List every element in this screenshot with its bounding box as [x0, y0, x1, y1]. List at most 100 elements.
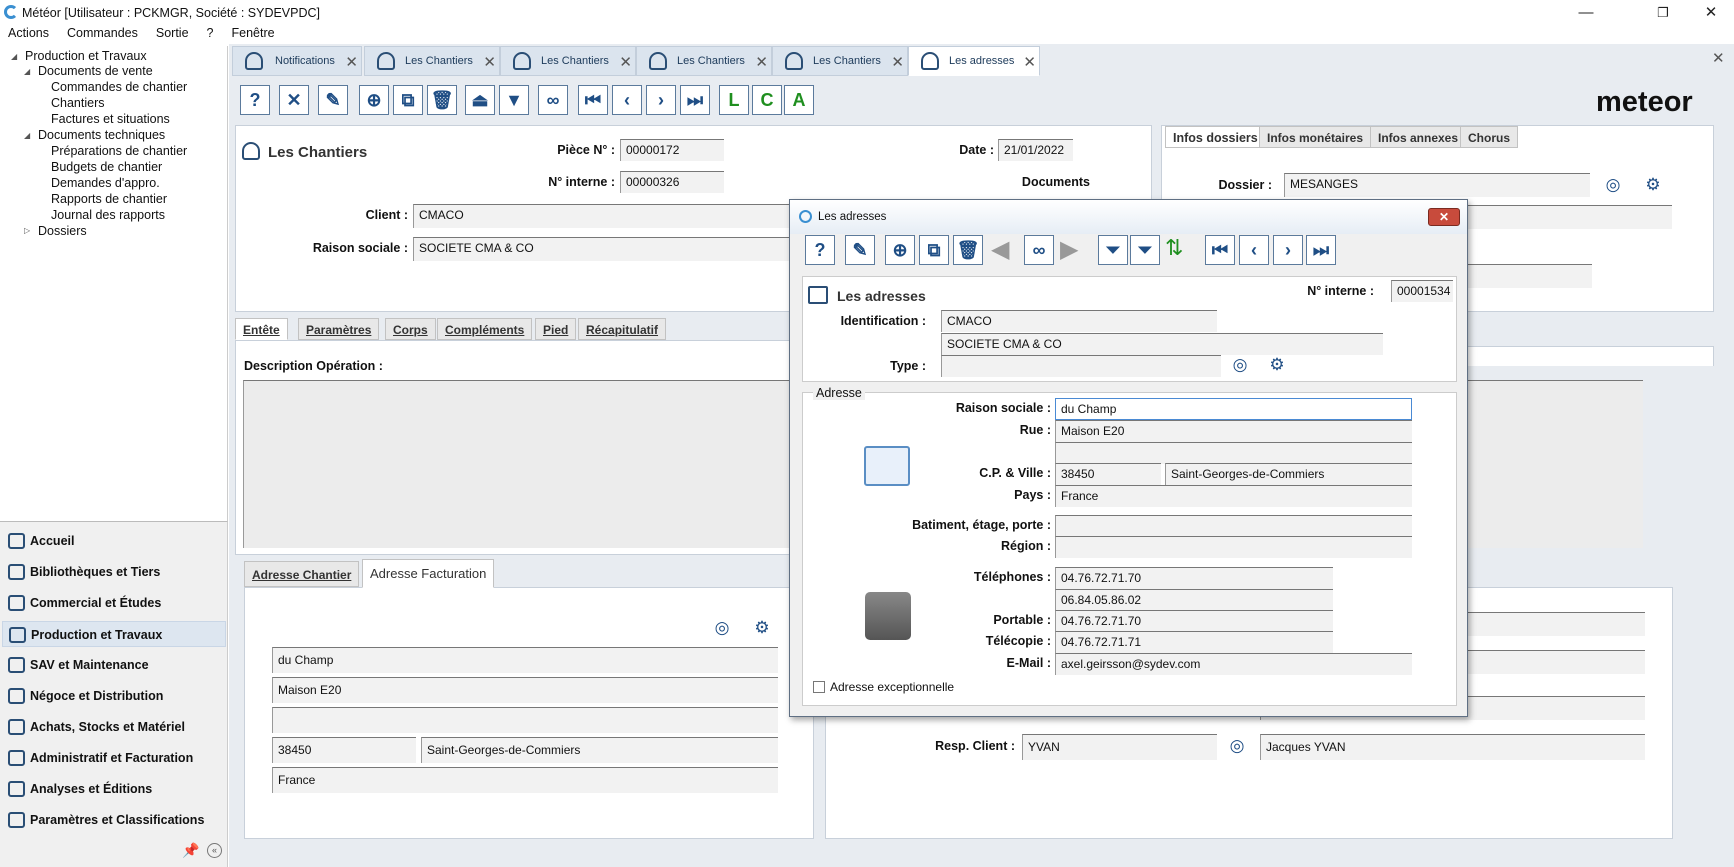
close-icon[interactable]: ✕	[483, 53, 496, 71]
delete-button[interactable]: 🗑	[427, 85, 457, 115]
interne-field[interactable]: 00001534	[1391, 280, 1453, 302]
telecopie-field[interactable]: 04.76.72.71.71	[1055, 631, 1333, 653]
type-field[interactable]	[941, 355, 1221, 377]
close-icon[interactable]: ✕	[1023, 53, 1036, 71]
target-icon[interactable]: ◎	[1604, 176, 1622, 194]
tab-infos-monetaires[interactable]: Infos monétaires	[1259, 126, 1372, 148]
resp-code-field[interactable]: YVAN	[1022, 734, 1217, 760]
telephone1-field[interactable]: 04.76.72.71.70	[1055, 567, 1333, 589]
tree-item[interactable]: Documents techniques	[38, 128, 165, 142]
info-field[interactable]	[1464, 264, 1592, 288]
tab-adresse-facturation[interactable]: Adresse Facturation	[362, 559, 495, 588]
nav-administratif[interactable]: Administratif et Facturation	[2, 745, 226, 771]
menu-sortie[interactable]: Sortie	[156, 26, 189, 40]
nav-bibliotheques[interactable]: Bibliothèques et Tiers	[2, 559, 226, 585]
delete-button[interactable]: 🗑	[953, 235, 983, 265]
tree-item[interactable]: Factures et situations	[51, 112, 170, 126]
interne-field[interactable]: 00000326	[620, 171, 724, 193]
tab-chorus[interactable]: Chorus	[1460, 126, 1518, 148]
tree-item[interactable]: Commandes de chantier	[51, 80, 187, 94]
tab-entete[interactable]: Entête	[235, 318, 288, 340]
menu-fenetre[interactable]: Fenêtre	[231, 26, 274, 40]
fact-cp-field[interactable]: 38450	[272, 737, 416, 763]
fact-ville-field[interactable]: Saint-Georges-de-Commiers	[421, 737, 778, 763]
tab-chantiers-3[interactable]: Les Chantiers ✕	[636, 46, 772, 76]
search-button[interactable]: ∞	[1024, 235, 1054, 265]
dialog-close-button[interactable]: ✕	[1428, 208, 1460, 226]
identification-field[interactable]: CMACO	[941, 310, 1217, 332]
tree-item[interactable]: Journal des rapports	[51, 208, 165, 222]
portable-field[interactable]: 04.76.72.71.70	[1055, 610, 1333, 632]
dossier-field[interactable]: MESANGES	[1284, 173, 1590, 197]
add-button[interactable]: ⊕	[885, 235, 915, 265]
arrow-left-icon[interactable]: ◀	[991, 235, 1009, 264]
resp-name-field[interactable]: Jacques YVAN	[1260, 734, 1645, 760]
tree-item[interactable]: Documents de vente	[38, 64, 153, 78]
first-button[interactable]: ⏮	[578, 85, 608, 115]
tab-chantiers-1[interactable]: Les Chantiers ✕	[364, 46, 500, 76]
nav-commercial[interactable]: Commercial et Études	[2, 590, 226, 616]
region-field[interactable]	[1055, 536, 1412, 558]
duplicate-button[interactable]: ⧉	[919, 235, 949, 265]
restore-button[interactable]: ❐	[1640, 2, 1686, 24]
arrow-right-icon[interactable]: ▶	[1060, 235, 1078, 264]
last-button[interactable]: ⏭	[1306, 235, 1336, 265]
info-field[interactable]	[1464, 205, 1672, 229]
tab-notifications[interactable]: Notifications ✕	[232, 46, 362, 76]
telephone2-field[interactable]: 06.84.05.86.02	[1055, 589, 1333, 611]
help-button[interactable]: ?	[240, 85, 270, 115]
ville-field[interactable]: Saint-Georges-de-Commiers	[1165, 463, 1412, 485]
tab-parametres[interactable]: Paramètres	[298, 318, 380, 340]
nav-analyses[interactable]: Analyses et Éditions	[2, 776, 226, 802]
tree-item[interactable]: Chantiers	[51, 96, 105, 110]
fact-raison-field[interactable]: du Champ	[272, 647, 778, 673]
minimize-button[interactable]: —	[1563, 2, 1609, 24]
rue2-field[interactable]	[1055, 442, 1412, 464]
sort-icon[interactable]: ⇅	[1165, 235, 1183, 261]
rue-field[interactable]: Maison E20	[1055, 420, 1412, 442]
edit-button[interactable]: ✎	[318, 85, 348, 115]
nav-parametres[interactable]: Paramètres et Classifications	[2, 807, 226, 833]
tree-item[interactable]: Demandes d'appro.	[51, 176, 160, 190]
piece-field[interactable]: 00000172	[620, 139, 724, 161]
target-icon[interactable]: ◎	[1228, 737, 1246, 755]
move-down-button[interactable]: ▼	[499, 85, 529, 115]
close-icon[interactable]: ✕	[891, 53, 904, 71]
next-button[interactable]: ›	[1273, 235, 1303, 265]
pays-field[interactable]: France	[1055, 485, 1412, 507]
fact-rue-field[interactable]: Maison E20	[272, 677, 778, 703]
next-button[interactable]: ›	[646, 85, 676, 115]
identification2-field[interactable]: SOCIETE CMA & CO	[941, 333, 1383, 355]
add-button[interactable]: ⊕	[359, 85, 389, 115]
menu-help[interactable]: ?	[207, 26, 214, 40]
menu-commandes[interactable]: Commandes	[67, 26, 138, 40]
close-icon[interactable]: ✕	[755, 53, 768, 71]
gear-icon[interactable]: ⚙	[1644, 176, 1662, 194]
first-button[interactable]: ⏮	[1205, 235, 1235, 265]
tab-complements[interactable]: Compléments	[437, 318, 533, 340]
edit-button[interactable]: ✎	[845, 235, 875, 265]
date-field[interactable]: 21/01/2022	[998, 139, 1073, 161]
tab-infos-annexes[interactable]: Infos annexes	[1370, 126, 1467, 148]
menu-actions[interactable]: Actions	[8, 26, 49, 40]
collapse-icon[interactable]: «	[207, 843, 222, 858]
raison-field[interactable]: SOCIETE CMA & CO	[413, 237, 793, 261]
help-button[interactable]: ?	[805, 235, 835, 265]
cp-field[interactable]: 38450	[1055, 463, 1161, 485]
raison-field[interactable]: du Champ	[1055, 398, 1412, 420]
tree-item[interactable]: Budgets de chantier	[51, 160, 162, 174]
add-l-button[interactable]: L	[719, 85, 749, 115]
nav-production[interactable]: Production et Travaux	[2, 621, 226, 647]
add-a-button[interactable]: A	[784, 85, 814, 115]
target-icon[interactable]: ◎	[1231, 356, 1249, 374]
tab-recapitulatif[interactable]: Récapitulatif	[578, 318, 667, 340]
filter-button[interactable]: ⏷	[1098, 235, 1128, 265]
tree-item[interactable]: Préparations de chantier	[51, 144, 187, 158]
tree-item[interactable]: Production et Travaux	[25, 49, 147, 63]
gear-icon[interactable]: ⚙	[1268, 356, 1286, 374]
close-icon[interactable]: ✕	[619, 53, 632, 71]
add-c-button[interactable]: C	[752, 85, 782, 115]
last-button[interactable]: ⏭	[680, 85, 710, 115]
close-icon[interactable]: ✕	[345, 53, 358, 71]
nav-sav[interactable]: SAV et Maintenance	[2, 652, 226, 678]
